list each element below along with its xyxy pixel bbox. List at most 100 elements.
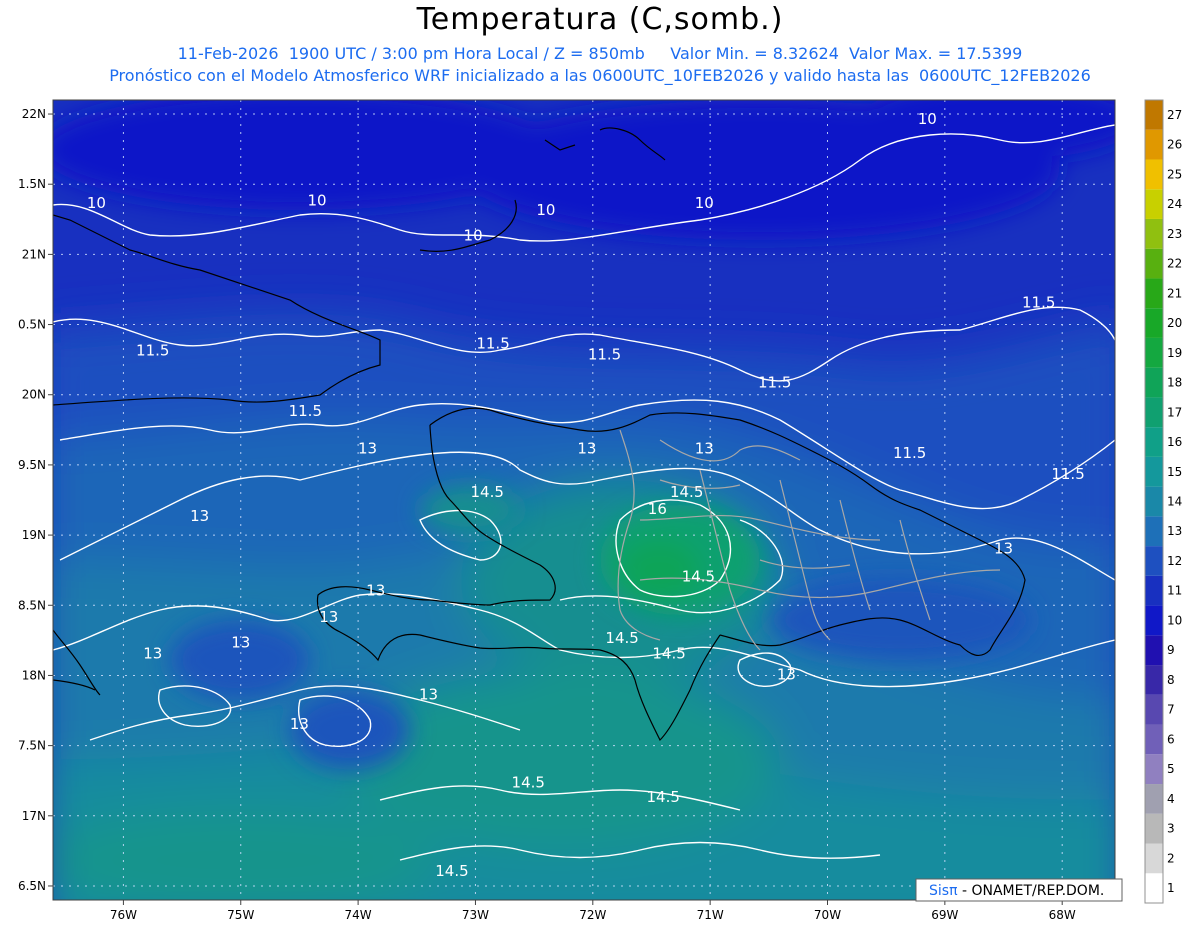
colorbar-label: 11 xyxy=(1167,584,1182,598)
contour-label: 13 xyxy=(695,440,714,458)
colorbar-label: 18 xyxy=(1167,376,1182,390)
contour-label: 13 xyxy=(290,715,309,733)
colorbar-label: 15 xyxy=(1167,465,1182,479)
colorbar-swatch xyxy=(1145,427,1163,457)
contour-label: 13 xyxy=(231,633,250,651)
lat-label: 17N xyxy=(22,809,46,823)
colorbar-swatch xyxy=(1145,843,1163,874)
colorbar-swatch xyxy=(1145,367,1163,398)
colorbar-swatch xyxy=(1145,665,1163,695)
svg-text:Sisπ - ONAMET/REP.DOM.: Sisπ - ONAMET/REP.DOM. xyxy=(929,883,1104,899)
contour-label: 10 xyxy=(307,191,326,209)
colorbar-swatch xyxy=(1145,129,1163,160)
lat-label: 20N xyxy=(22,388,46,402)
colorbar-label: 5 xyxy=(1167,762,1175,776)
colorbar-swatch xyxy=(1145,308,1163,338)
lon-label: 68W xyxy=(1049,908,1076,922)
contour-label: 11.5 xyxy=(1022,294,1055,312)
colorbar-label: 25 xyxy=(1167,167,1182,181)
colorbar-swatch xyxy=(1145,813,1163,844)
colorbar-swatch xyxy=(1145,189,1163,219)
colorbar-label: 10 xyxy=(1167,613,1182,627)
contour-label: 10 xyxy=(87,194,106,212)
colorbar-swatch xyxy=(1145,784,1163,814)
colorbar-label: 2 xyxy=(1167,851,1175,865)
contour-label: 14.5 xyxy=(682,567,715,585)
lat-label: 22N xyxy=(22,107,46,121)
contour-label: 13 xyxy=(319,608,338,626)
colorbar-swatch xyxy=(1145,486,1163,517)
contour-label: 14.5 xyxy=(652,645,685,663)
lon-label: 74W xyxy=(345,908,372,922)
contour-label: 14.5 xyxy=(512,774,545,792)
colorbar: 1234567891011121314151617181920212223242… xyxy=(1144,99,1182,904)
lat-label: 19N xyxy=(22,528,46,542)
contour-label: 11.5 xyxy=(588,346,621,364)
colorbar-label: 7 xyxy=(1167,703,1175,717)
lon-label: 76W xyxy=(110,908,137,922)
colorbar-swatch xyxy=(1145,635,1163,666)
lon-label: 73W xyxy=(462,908,489,922)
colorbar-label: 16 xyxy=(1167,435,1182,449)
contour-label: 13 xyxy=(143,645,162,663)
colorbar-label: 1 xyxy=(1167,881,1175,895)
colorbar-swatch xyxy=(1145,159,1163,190)
lat-label: 0.5N xyxy=(18,318,46,332)
colorbar-swatch xyxy=(1145,516,1163,547)
colorbar-swatch xyxy=(1145,754,1163,785)
lon-label: 69W xyxy=(931,908,958,922)
contour-label: 13 xyxy=(366,581,385,599)
colorbar-swatch xyxy=(1145,724,1163,755)
colorbar-swatch xyxy=(1145,100,1163,130)
lat-label: 18N xyxy=(22,668,46,682)
colorbar-swatch xyxy=(1145,873,1163,903)
colorbar-label: 6 xyxy=(1167,732,1175,746)
lon-label: 71W xyxy=(697,908,724,922)
contour-label: 11.5 xyxy=(476,334,509,352)
credit-sis: Sis xyxy=(929,883,949,899)
colorbar-swatch xyxy=(1145,397,1163,428)
lat-label: 8.5N xyxy=(18,598,46,612)
lat-label: 1.5N xyxy=(18,177,46,191)
colorbar-label: 9 xyxy=(1167,643,1175,657)
colorbar-label: 26 xyxy=(1167,138,1182,152)
temperature-field xyxy=(53,100,1115,900)
colorbar-label: 19 xyxy=(1167,346,1182,360)
contour-label: 11.5 xyxy=(758,374,791,392)
contour-label: 11.5 xyxy=(136,341,169,359)
contour-label: 14.5 xyxy=(435,862,468,880)
longitude-labels: 76W 75W 74W 73W 72W 71W 70W 69W 68W xyxy=(110,908,1076,922)
credit-org: - ONAMET/REP.DOM. xyxy=(958,883,1105,899)
colorbar-swatch xyxy=(1145,694,1163,725)
colorbar-label: 22 xyxy=(1167,257,1182,271)
contour-label: 13 xyxy=(419,685,438,703)
colorbar-swatch xyxy=(1145,575,1163,606)
colorbar-swatch xyxy=(1145,605,1163,636)
latitude-labels: 22N 1.5N 21N 0.5N 20N 9.5N 19N 8.5N 18N 7.5N 17N 6.… xyxy=(18,107,46,893)
credit-box: Sisπ - ONAMET/REP.DOM. xyxy=(915,878,1123,902)
lon-label: 72W xyxy=(579,908,606,922)
colorbar-label: 20 xyxy=(1167,316,1182,330)
colorbar-label: 17 xyxy=(1167,405,1182,419)
colorbar-swatch xyxy=(1145,248,1163,279)
colorbar-swatch xyxy=(1145,337,1163,368)
contour-label: 13 xyxy=(994,539,1013,557)
lon-label: 75W xyxy=(227,908,254,922)
colorbar-label: 3 xyxy=(1167,822,1175,836)
contour-label: 13 xyxy=(358,440,377,458)
contour-label: 11.5 xyxy=(289,402,322,420)
contour-label: 11.5 xyxy=(1051,465,1084,483)
lat-label: 21N xyxy=(22,247,46,261)
colorbar-label: 23 xyxy=(1167,227,1182,241)
lat-label: 6.5N xyxy=(18,879,46,893)
contour-label: 10 xyxy=(464,226,483,244)
colorbar-label: 14 xyxy=(1167,495,1182,509)
contour-label: 11.5 xyxy=(893,444,926,462)
contour-label: 10 xyxy=(918,110,937,128)
colorbar-swatch xyxy=(1145,278,1163,309)
contour-label: 14.5 xyxy=(670,483,703,501)
colorbar-label: 4 xyxy=(1167,792,1175,806)
colorbar-swatch xyxy=(1145,456,1163,487)
contour-label: 10 xyxy=(536,201,555,219)
plot-area: 10 10 10 10 10 10 11.5 11.5 11.5 11.5 11.5 11.5 11.5… xyxy=(18,99,1123,922)
